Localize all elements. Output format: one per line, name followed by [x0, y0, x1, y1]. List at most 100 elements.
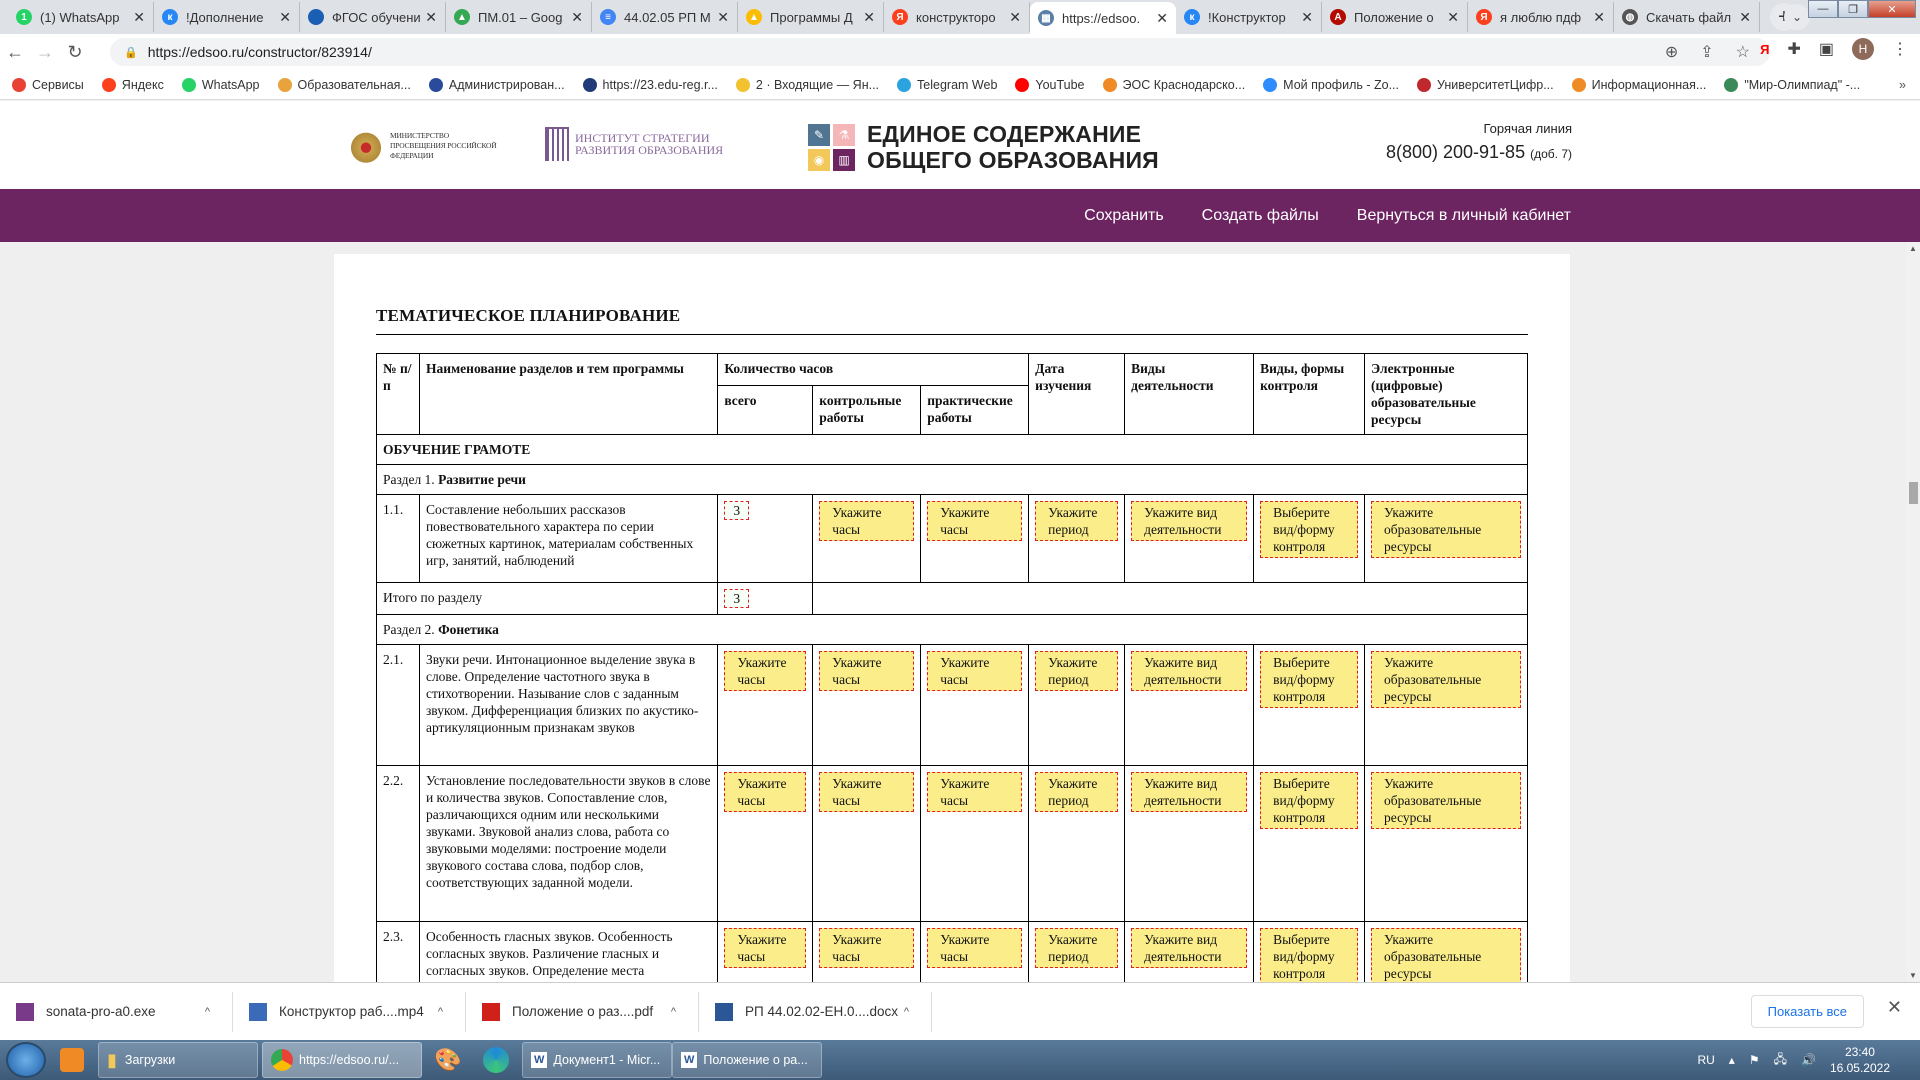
close-tab-icon[interactable]: ✕	[279, 9, 291, 26]
close-tab-icon[interactable]: ✕	[1301, 9, 1313, 26]
total-hours-field[interactable]: Укажите часы	[724, 928, 807, 968]
browser-tab[interactable]: Яконструкторо ✕	[884, 2, 1030, 32]
browser-tab[interactable]: ▲ ПМ.01 – Goog ✕	[446, 2, 592, 32]
practical-hours-field[interactable]: Укажите часы	[927, 651, 1023, 691]
browser-tab[interactable]: ФГОС обучени ✕	[300, 2, 446, 32]
bookmark-item[interactable]: Информационная...	[1571, 77, 1706, 92]
close-tab-icon[interactable]: ✕	[1447, 9, 1459, 26]
total-hours-field[interactable]: Укажите часы	[724, 651, 807, 691]
control-hours-field[interactable]: Укажите часы	[819, 501, 915, 541]
period-field[interactable]: Укажите период	[1035, 651, 1119, 691]
close-tab-icon[interactable]: ✕	[1156, 10, 1168, 27]
media-player-icon[interactable]	[50, 1042, 94, 1078]
browser-tab[interactable]: ▲ Программы Д ✕	[738, 2, 884, 32]
bookmark-item[interactable]: Яндекс	[101, 77, 164, 92]
control-hours-field[interactable]: Укажите часы	[819, 772, 915, 812]
practical-hours-field[interactable]: Укажите часы	[927, 501, 1023, 541]
bookmark-item[interactable]: ЭОС Краснодарско...	[1102, 77, 1245, 92]
practical-hours-field[interactable]: Укажите часы	[927, 772, 1023, 812]
bookmark-star-icon[interactable]: ☆	[1736, 42, 1750, 62]
bookmark-item[interactable]: Telegram Web	[897, 77, 997, 92]
browser-tab[interactable]: ◍ Скачать файл ✕	[1614, 2, 1760, 32]
edsoo-logo[interactable]: ✎ ⚗ ◉ ▥ ЕДИНОЕ СОДЕРЖАНИЕ ОБЩЕГО ОБРАЗОВА…	[808, 121, 1159, 173]
total-hours-field[interactable]: 3	[724, 501, 750, 520]
taskbar-word-doc2[interactable]: W Положение о ра...	[672, 1042, 822, 1078]
url-input[interactable]: 🔒 https://edsoo.ru/constructor/823914/ ⊕…	[110, 38, 1770, 66]
download-item[interactable]: РП 44.02.02-ЕН.0....docx ^	[699, 991, 932, 1032]
forward-button[interactable]: →	[30, 42, 60, 63]
scrollbar-thumb[interactable]	[1909, 482, 1918, 504]
tab-search-button[interactable]: ⌄	[1784, 4, 1810, 30]
bookmark-item[interactable]: WhatsApp	[181, 77, 260, 92]
bookmark-item[interactable]: Образовательная...	[277, 77, 411, 92]
hotline-phone[interactable]: 8(800) 200-91-85	[1386, 142, 1525, 162]
close-tab-icon[interactable]: ✕	[1593, 9, 1605, 26]
scroll-up-icon[interactable]: ▲	[1909, 244, 1917, 253]
yandex-extension-icon[interactable]: Я	[1760, 42, 1769, 57]
control-form-field[interactable]: Выберите вид/форму контроля	[1260, 772, 1359, 829]
period-field[interactable]: Укажите период	[1035, 772, 1119, 812]
close-tab-icon[interactable]: ✕	[1739, 9, 1751, 26]
taskbar-word-doc1[interactable]: W Документ1 - Micr...	[522, 1042, 672, 1078]
profile-avatar[interactable]: Н	[1852, 38, 1874, 60]
share-icon[interactable]: ⇪	[1700, 42, 1713, 62]
zoom-icon[interactable]: ⊕	[1665, 42, 1678, 62]
volume-icon[interactable]: 🔊	[1801, 1053, 1816, 1067]
download-item[interactable]: Положение о раз....pdf ^	[466, 991, 699, 1032]
edge-icon[interactable]	[474, 1042, 518, 1078]
resources-field[interactable]: Укажите образовательные ресурсы	[1371, 928, 1521, 982]
close-window-button[interactable]: ✕	[1868, 0, 1916, 18]
close-tab-icon[interactable]: ✕	[1009, 9, 1021, 26]
practical-hours-field[interactable]: Укажите часы	[927, 928, 1023, 968]
bookmark-item[interactable]: УниверситетЦифр...	[1417, 77, 1554, 92]
tray-expand-icon[interactable]: ▴	[1729, 1053, 1735, 1067]
chevron-up-icon[interactable]: ^	[205, 1006, 210, 1018]
page-scrollbar[interactable]: ▲ ▼	[1906, 242, 1920, 982]
activity-field[interactable]: Укажите вид деятельности	[1131, 651, 1248, 691]
activity-field[interactable]: Укажите вид деятельности	[1131, 772, 1248, 812]
side-panel-icon[interactable]: ▣	[1819, 39, 1834, 59]
control-hours-field[interactable]: Укажите часы	[819, 651, 915, 691]
taskbar-explorer[interactable]: ▮ Загрузки	[98, 1042, 258, 1078]
scroll-down-icon[interactable]: ▼	[1909, 971, 1917, 980]
control-form-field[interactable]: Выберите вид/форму контроля	[1260, 651, 1359, 708]
extensions-icon[interactable]: ✚	[1787, 39, 1800, 59]
taskbar-chrome[interactable]: https://edsoo.ru/...	[262, 1042, 422, 1078]
clock[interactable]: 23:40 16.05.2022	[1830, 1044, 1890, 1076]
save-link[interactable]: Сохранить	[1084, 207, 1164, 225]
browser-tab[interactable]: Яя люблю пдф ✕	[1468, 2, 1614, 32]
download-item[interactable]: sonata-pro-a0.exe ^	[0, 991, 233, 1032]
network-icon[interactable]: 🖧	[1774, 1050, 1787, 1071]
minimize-button[interactable]: —	[1808, 0, 1838, 18]
browser-tab[interactable]: ▦ https://edsoo. ✕	[1030, 2, 1176, 34]
bookmark-item[interactable]: Сервисы	[12, 77, 84, 92]
total-hours-field[interactable]: Укажите часы	[724, 772, 807, 812]
resources-field[interactable]: Укажите образовательные ресурсы	[1371, 772, 1521, 829]
period-field[interactable]: Укажите период	[1035, 928, 1119, 968]
ministry-logo[interactable]: МИНИСТЕРСТВО ПРОСВЕЩЕНИЯ РОССИЙСКОЙ ФЕДЕ…	[350, 129, 506, 163]
bookmark-item[interactable]: Администрирован...	[428, 77, 565, 92]
resources-field[interactable]: Укажите образовательные ресурсы	[1371, 651, 1521, 708]
show-all-downloads-button[interactable]: Показать все	[1750, 995, 1864, 1028]
reload-button[interactable]: ↻	[60, 42, 90, 63]
subtotal-field[interactable]: 3	[724, 589, 750, 608]
close-tab-icon[interactable]: ✕	[133, 9, 145, 26]
paint-icon[interactable]: 🎨	[426, 1042, 470, 1078]
back-to-cabinet-link[interactable]: Вернуться в личный кабинет	[1357, 207, 1571, 225]
browser-tab[interactable]: 1 (1) WhatsApp ✕	[8, 2, 154, 32]
activity-field[interactable]: Укажите вид деятельности	[1131, 928, 1248, 968]
control-form-field[interactable]: Выберите вид/форму контроля	[1260, 501, 1359, 558]
institute-logo[interactable]: ИНСТИТУТ СТРАТЕГИИ РАЗВИТИЯ ОБРАЗОВАНИЯ	[545, 127, 723, 161]
create-files-link[interactable]: Создать файлы	[1202, 207, 1319, 225]
start-button[interactable]	[6, 1042, 46, 1078]
close-tab-icon[interactable]: ✕	[863, 9, 875, 26]
chevron-up-icon[interactable]: ^	[671, 1006, 676, 1018]
browser-tab[interactable]: A Положение о ✕	[1322, 2, 1468, 32]
restore-button[interactable]: ❐	[1838, 0, 1868, 18]
download-item[interactable]: Конструктор раб....mp4 ^	[233, 991, 466, 1032]
close-downloads-icon[interactable]: ✕	[1887, 997, 1902, 1018]
chevron-up-icon[interactable]: ^	[438, 1006, 443, 1018]
control-hours-field[interactable]: Укажите часы	[819, 928, 915, 968]
close-tab-icon[interactable]: ✕	[425, 9, 437, 26]
control-form-field[interactable]: Выберите вид/форму контроля	[1260, 928, 1359, 982]
